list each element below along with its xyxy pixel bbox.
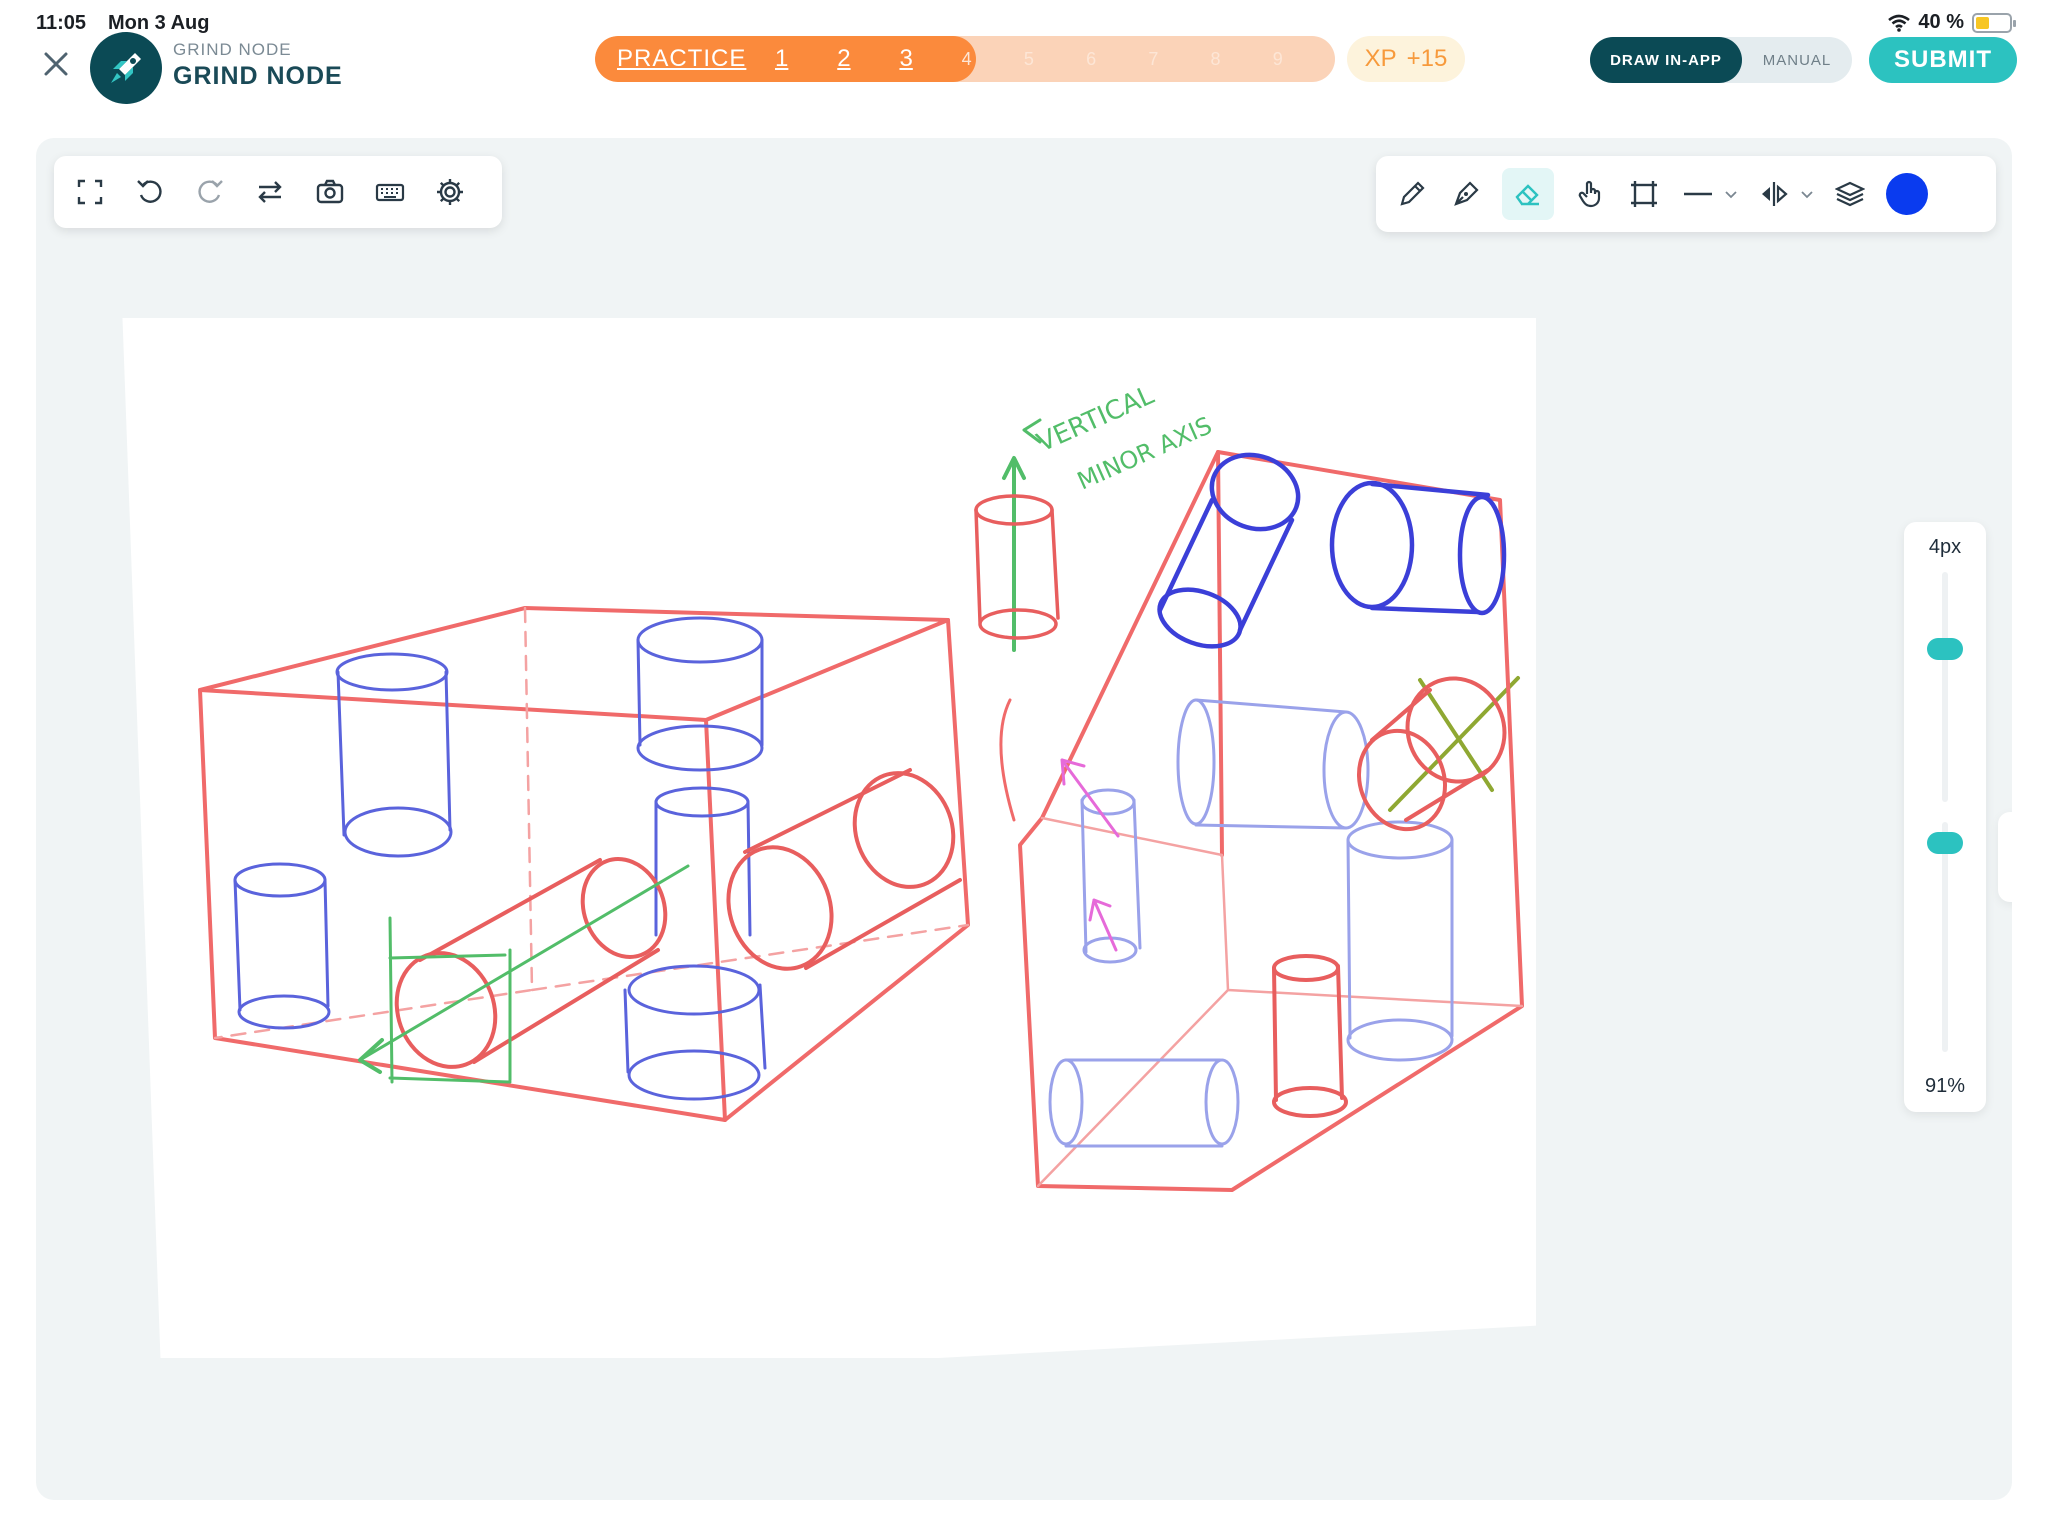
workspace: VERTICAL MINOR AXIS 4px 91% xyxy=(36,138,2012,1500)
battery-fill xyxy=(1976,16,1989,29)
practice-progress[interactable]: PRACTICE 1 2 3 4 5 6 7 8 9 xyxy=(595,36,1335,82)
paper-sheet xyxy=(122,318,1536,1358)
close-button[interactable] xyxy=(38,46,74,82)
undo-icon xyxy=(137,180,162,203)
progress-step-2[interactable]: 2 xyxy=(837,45,899,73)
pen-tool[interactable] xyxy=(1448,176,1484,212)
crop-tool[interactable] xyxy=(1626,176,1662,212)
layers-button[interactable] xyxy=(1832,176,1868,212)
xp-value: +15 xyxy=(1406,45,1448,72)
fullscreen-icon xyxy=(77,179,103,205)
brand-small: GRIND NODE xyxy=(173,40,292,59)
redo-icon xyxy=(198,180,223,203)
line-icon xyxy=(1684,192,1712,196)
pencil-icon xyxy=(1400,181,1425,206)
gear-icon xyxy=(437,179,463,205)
crop-icon xyxy=(1631,181,1657,207)
close-icon xyxy=(44,52,68,76)
settings-button[interactable] xyxy=(432,174,468,210)
swap-button[interactable] xyxy=(252,174,288,210)
pencil-tool[interactable] xyxy=(1394,176,1430,212)
fullscreen-button[interactable] xyxy=(72,174,108,210)
redo-button[interactable] xyxy=(192,174,228,210)
mirror-icon xyxy=(1762,182,1788,206)
color-picker[interactable] xyxy=(1886,173,1928,215)
mode-toggle[interactable]: DRAW IN-APP MANUAL xyxy=(1590,37,1852,83)
progress-step-4: 4 xyxy=(961,48,972,69)
undo-button[interactable] xyxy=(132,174,168,210)
swap-icon xyxy=(258,181,282,203)
layers-icon xyxy=(1835,181,1865,207)
line-tool[interactable] xyxy=(1680,176,1716,212)
xp-label: XP xyxy=(1364,45,1397,72)
mirror-tool[interactable] xyxy=(1756,176,1792,212)
drawing-toolbar xyxy=(1376,156,1996,232)
progress-items: PRACTICE 1 2 3 4 5 6 7 8 9 xyxy=(595,36,1335,82)
hand-tool[interactable] xyxy=(1572,176,1608,212)
header: GRIND NODE GRIND NODE PRACTICE 1 2 3 4 5… xyxy=(0,30,2048,130)
progress-step-5: 5 xyxy=(1023,48,1034,69)
eraser-tool[interactable] xyxy=(1502,168,1554,220)
panel-collapse-tab[interactable] xyxy=(1998,812,2012,902)
opacity-slider-handle[interactable] xyxy=(1927,831,1963,854)
chevron-down-icon[interactable] xyxy=(1724,187,1738,201)
brush-opacity-label: 91% xyxy=(1924,1075,1966,1097)
progress-step-3[interactable]: 3 xyxy=(899,45,961,73)
chevron-down-icon[interactable] xyxy=(1800,187,1814,201)
hand-icon xyxy=(1578,180,1601,208)
progress-step-1[interactable]: 1 xyxy=(775,45,837,73)
mode-manual[interactable]: MANUAL xyxy=(1742,37,1852,83)
canvas-toolbar xyxy=(54,156,502,228)
xp-badge: XP +15 xyxy=(1347,36,1465,82)
progress-step-7: 7 xyxy=(1148,48,1159,69)
size-slider-handle[interactable] xyxy=(1927,637,1963,660)
opacity-slider-track[interactable] xyxy=(1942,822,1948,1052)
keyboard-button[interactable] xyxy=(372,174,408,210)
progress-step-9: 9 xyxy=(1272,48,1283,69)
wifi-icon xyxy=(1888,14,1911,32)
mode-draw-in-app[interactable]: DRAW IN-APP xyxy=(1590,37,1742,83)
progress-step-6: 6 xyxy=(1086,48,1097,69)
rocket-icon xyxy=(111,53,141,83)
brand-title: GRIND NODE xyxy=(173,62,343,90)
drawing-canvas[interactable]: VERTICAL MINOR AXIS xyxy=(116,318,1536,1358)
progress-step-8: 8 xyxy=(1210,48,1221,69)
eraser-icon xyxy=(1515,184,1539,206)
submit-button[interactable]: SUBMIT xyxy=(1869,37,2017,83)
size-slider-track[interactable] xyxy=(1942,572,1948,802)
pen-icon xyxy=(1454,181,1479,206)
progress-label[interactable]: PRACTICE xyxy=(617,45,775,73)
brush-size-label: 4px xyxy=(1928,536,1962,558)
camera-button[interactable] xyxy=(312,174,348,210)
logo xyxy=(90,32,162,104)
brush-panel: 4px 91% xyxy=(1904,522,1986,1112)
keyboard-icon xyxy=(375,183,405,202)
camera-icon xyxy=(316,179,344,204)
